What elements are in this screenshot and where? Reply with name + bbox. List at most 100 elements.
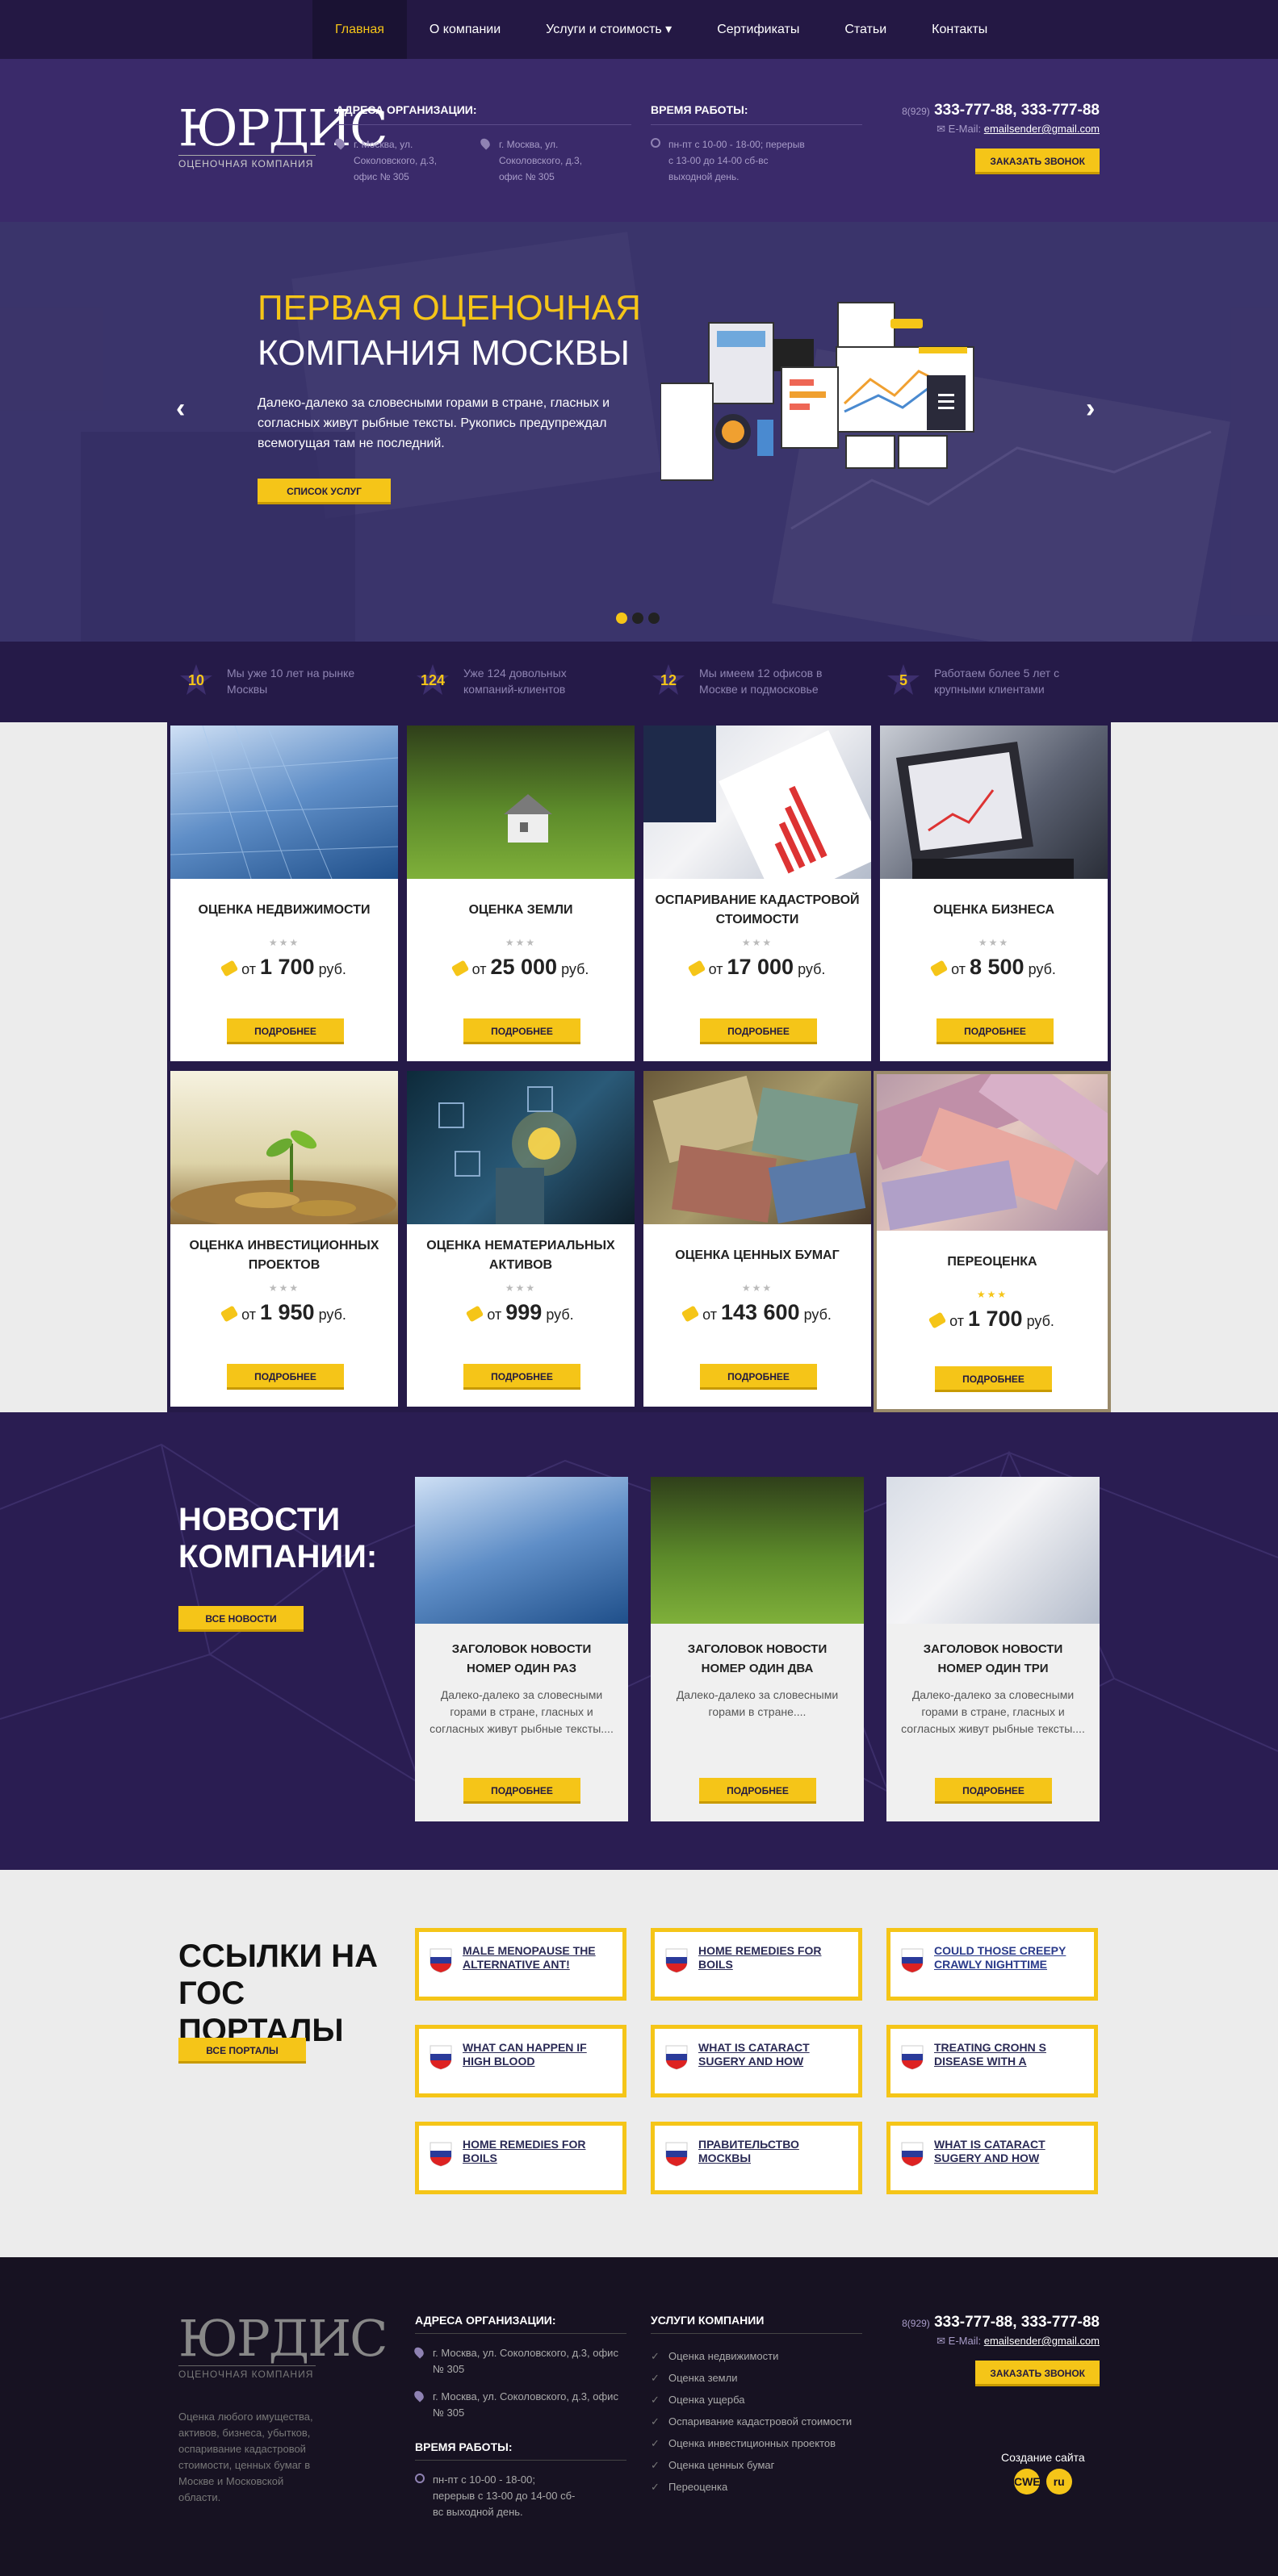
nav-item-certificates[interactable]: Сертификаты xyxy=(694,0,822,59)
email-link[interactable]: emailsender@gmail.com xyxy=(984,2335,1100,2347)
russian-flag-shield-icon xyxy=(901,1948,924,1973)
news-details-button[interactable]: ПОДРОБНЕЕ xyxy=(463,1778,580,1804)
logo[interactable]: ЮРДИС ОЦЕНОЧНАЯ КОМПАНИЯ xyxy=(178,98,388,169)
gov-link[interactable]: WHAT IS CATARACT SUGERY AND HOW xyxy=(934,2138,1086,2165)
services-list-button[interactable]: СПИСОК УСЛУГ xyxy=(258,479,391,504)
slider-next-arrow-icon[interactable]: › xyxy=(1086,393,1095,424)
gov-link[interactable]: WHAT CAN HAPPEN IF HIGH BLOOD xyxy=(463,2041,614,2068)
mail-icon: ✉ xyxy=(937,2335,946,2347)
slider-dot-2[interactable] xyxy=(632,613,643,624)
rating-stars: ★★★ xyxy=(741,1282,773,1294)
details-button[interactable]: ПОДРОБНЕЕ xyxy=(937,1018,1054,1044)
details-button[interactable]: ПОДРОБНЕЕ xyxy=(935,1366,1052,1392)
news-title: НОВОСТИ КОМПАНИИ: xyxy=(178,1502,378,1574)
service-price: от 25 000 руб. xyxy=(407,955,635,980)
price-tag-icon xyxy=(928,1311,947,1329)
service-price: от 1 700 руб. xyxy=(170,955,398,980)
footer-service-link[interactable]: Оценка ущерба xyxy=(651,2389,862,2411)
header-hours: ВРЕМЯ РАБОТЫ: пн-пт с 10-00 - 18-00; пер… xyxy=(651,103,862,185)
all-portals-button[interactable]: ВСЕ ПОРТАЛЫ xyxy=(178,2038,306,2064)
news-section: НОВОСТИ КОМПАНИИ: ВСЕ НОВОСТИ ЗАГОЛОВОК … xyxy=(0,1412,1278,1870)
stat-text: Мы имеем 12 офисов в Москве и подмосковь… xyxy=(699,667,823,696)
phone-number[interactable]: 8(929) 333-777-88, 333-777-88 xyxy=(902,2314,1100,2331)
service-price: от 1 700 руб. xyxy=(877,1307,1108,1332)
service-title: ОЦЕНКА ИНВЕСТИЦИОННЫХ ПРОЕКТОВ xyxy=(189,1239,379,1272)
gov-link[interactable]: WHAT IS CATARACT SUGERY AND HOW xyxy=(698,2041,850,2068)
news-card-title[interactable]: ЗАГОЛОВОК НОВОСТИ НОМЕР ОДИН РАЗ xyxy=(415,1624,628,1679)
gov-links-title: ССЫЛКИ НА ГОС ПОРТАЛЫ xyxy=(178,1938,379,2048)
details-button[interactable]: ПОДРОБНЕЕ xyxy=(227,1018,344,1044)
news-card-title[interactable]: ЗАГОЛОВОК НОВОСТИ НОМЕР ОДИН ТРИ xyxy=(886,1624,1100,1679)
logo-mark: ЮРДИС xyxy=(178,98,388,157)
mail-icon: ✉ xyxy=(937,123,946,135)
order-call-button[interactable]: ЗАКАЗАТЬ ЗВОНОК xyxy=(975,2361,1100,2386)
phone-number[interactable]: 8(929) 333-777-88, 333-777-88 xyxy=(902,102,1100,119)
price-tag-icon xyxy=(929,960,949,977)
news-details-button[interactable]: ПОДРОБНЕЕ xyxy=(699,1778,816,1804)
slider-prev-arrow-icon[interactable]: ‹ xyxy=(176,393,185,424)
gov-link-card: HOME REMEDIES FOR BOILS xyxy=(651,1928,862,2001)
gov-link[interactable]: ПРАВИТЕЛЬСТВО МОСКВЫ xyxy=(698,2138,850,2165)
gov-links-section: ССЫЛКИ НА ГОС ПОРТАЛЫ ВСЕ ПОРТАЛЫ MALE M… xyxy=(0,1870,1278,2257)
footer-service-link[interactable]: Переоценка xyxy=(651,2476,862,2498)
logo-mark: ЮРДИС xyxy=(178,2309,388,2368)
slider-dot-3[interactable] xyxy=(648,613,660,624)
gov-link[interactable]: TREATING CROHN S DISEASE WITH A xyxy=(934,2041,1086,2068)
stat-item: 10 Мы уже 10 лет на рынке Москвы xyxy=(178,663,364,698)
news-image xyxy=(651,1477,864,1624)
footer-service-link[interactable]: Оценка земли xyxy=(651,2367,862,2389)
gov-link[interactable]: MALE MENOPAUSE THE ALTERNATIVE ANT! xyxy=(463,1944,614,1972)
top-nav: Главная О компании Услуги и стоимость ▾ … xyxy=(0,0,1278,59)
nav-item-articles[interactable]: Статьи xyxy=(822,0,909,59)
news-details-button[interactable]: ПОДРОБНЕЕ xyxy=(935,1778,1052,1804)
stat-text: Уже 124 довольных компаний-клиентов xyxy=(463,667,567,696)
russian-flag-shield-icon xyxy=(665,2142,688,2167)
cwebs-credit[interactable]: Создание сайта CWEBS ru xyxy=(1001,2451,1085,2494)
details-button[interactable]: ПОДРОБНЕЕ xyxy=(700,1364,817,1390)
details-button[interactable]: ПОДРОБНЕЕ xyxy=(463,1364,580,1390)
gov-link[interactable]: HOME REMEDIES FOR BOILS xyxy=(698,1944,850,1972)
footer: ЮРДИС ОЦЕНОЧНАЯ КОМПАНИЯ Оценка любого и… xyxy=(0,2257,1278,2576)
service-image xyxy=(643,1071,871,1224)
footer-service-link[interactable]: Оценка недвижимости xyxy=(651,2345,862,2367)
header: ЮРДИС ОЦЕНОЧНАЯ КОМПАНИЯ АДРЕСА ОРГАНИЗА… xyxy=(0,59,1278,222)
services-section: ОЦЕНКА НЕДВИЖИМОСТИ ★★★ от 1 700 руб. ПО… xyxy=(0,722,1278,1412)
details-button[interactable]: ПОДРОБНЕЕ xyxy=(700,1018,817,1044)
service-title: ОЦЕНКА ЗЕМЛИ xyxy=(468,903,573,917)
footer-service-link[interactable]: Оспаривание кадастровой стоимости xyxy=(651,2411,862,2432)
all-news-button[interactable]: ВСЕ НОВОСТИ xyxy=(178,1606,304,1632)
nav-item-home[interactable]: Главная xyxy=(312,0,407,59)
news-card-title[interactable]: ЗАГОЛОВОК НОВОСТИ НОМЕР ОДИН ДВА xyxy=(651,1624,864,1679)
footer-hours: пн-пт с 10-00 - 18-00; перерыв с 13-00 д… xyxy=(415,2472,576,2520)
hero-title-line1: ПЕРВАЯ ОЦЕНОЧНАЯ xyxy=(258,288,641,328)
stat-item: 12 Мы имеем 12 офисов в Москве и подмоск… xyxy=(651,663,836,698)
gov-link[interactable]: COULD THOSE CREEPY CRAWLY NIGHTTIME xyxy=(934,1944,1086,1972)
rating-stars: ★★★ xyxy=(976,1289,1008,1300)
service-card: ОСПАРИВАНИЕ КАДАСТРОВОЙ СТОИМОСТИ ★★★ от… xyxy=(643,726,871,1061)
details-button[interactable]: ПОДРОБНЕЕ xyxy=(227,1364,344,1390)
hero-overlay xyxy=(0,222,1278,642)
email-link[interactable]: emailsender@gmail.com xyxy=(984,123,1100,135)
footer-service-link[interactable]: Оценка ценных бумаг xyxy=(651,2454,862,2476)
russian-flag-shield-icon xyxy=(901,2142,924,2167)
footer-services-list: Оценка недвижимости Оценка земли Оценка … xyxy=(651,2345,862,2498)
footer-logo[interactable]: ЮРДИС ОЦЕНОЧНАЯ КОМПАНИЯ xyxy=(178,2309,388,2380)
news-card: ЗАГОЛОВОК НОВОСТИ НОМЕР ОДИН ТРИ Далеко-… xyxy=(886,1477,1100,1821)
rating-stars: ★★★ xyxy=(268,1282,300,1294)
service-title: ПЕРЕОЦЕНКА xyxy=(947,1255,1037,1269)
nav-item-about[interactable]: О компании xyxy=(407,0,523,59)
news-card: ЗАГОЛОВОК НОВОСТИ НОМЕР ОДИН РАЗ Далеко-… xyxy=(415,1477,628,1821)
nav-item-services[interactable]: Услуги и стоимость ▾ xyxy=(523,0,694,59)
nav-item-contacts[interactable]: Контакты xyxy=(909,0,1010,59)
service-price: от 8 500 руб. xyxy=(880,955,1108,980)
gov-link[interactable]: HOME REMEDIES FOR BOILS xyxy=(463,2138,614,2165)
news-card-text: Далеко-далеко за словесными горами в стр… xyxy=(676,1688,839,1718)
rating-stars: ★★★ xyxy=(268,937,300,948)
details-button[interactable]: ПОДРОБНЕЕ xyxy=(463,1018,580,1044)
order-call-button[interactable]: ЗАКАЗАТЬ ЗВОНОК xyxy=(975,148,1100,174)
footer-service-link[interactable]: Оценка инвестиционных проектов xyxy=(651,2432,862,2454)
footer-services-title: УСЛУГИ КОМПАНИИ xyxy=(651,2314,862,2334)
service-title: ОЦЕНКА НЕМАТЕРИАЛЬНЫХ АКТИВОВ xyxy=(426,1239,615,1272)
hero-slider: ПЕРВАЯ ОЦЕНОЧНАЯ КОМПАНИЯ МОСКВЫ Далеко-… xyxy=(0,222,1278,642)
slider-dot-1[interactable] xyxy=(616,613,627,624)
